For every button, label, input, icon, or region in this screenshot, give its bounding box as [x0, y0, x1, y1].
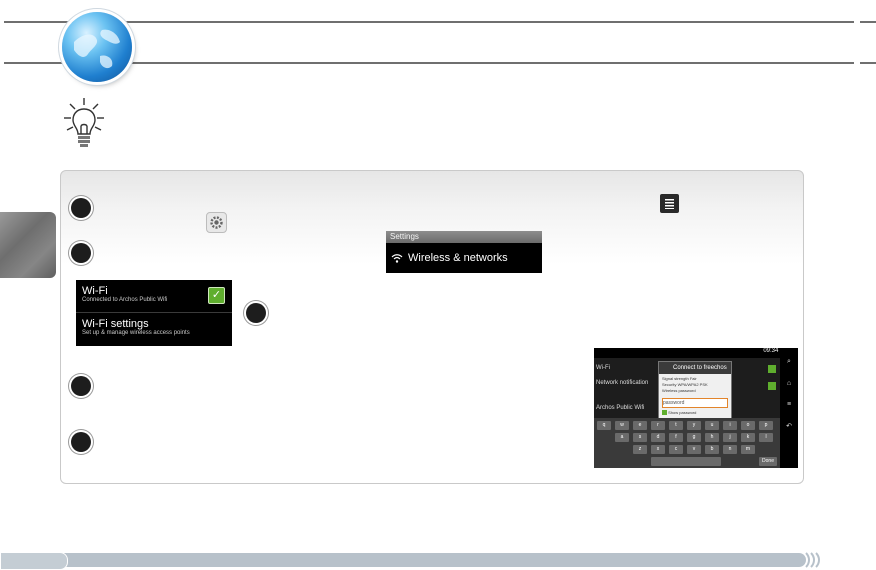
key[interactable]: u [705, 421, 719, 430]
step-3-bullet [246, 303, 266, 323]
home-icon[interactable]: ⌂ [780, 380, 798, 387]
wireless-networks-item[interactable]: Wireless & networks [386, 243, 542, 273]
step-1-bullet [71, 198, 91, 218]
key[interactable]: d [651, 433, 665, 442]
key[interactable]: z [633, 445, 647, 454]
footer-arrow-icon [805, 552, 820, 568]
list-item[interactable]: Wi-Fi [596, 365, 610, 371]
key[interactable]: q [597, 421, 611, 430]
wifi-icon [391, 254, 403, 263]
key[interactable]: m [741, 445, 755, 454]
wifi-screenshot: Wi-Fi Connected to Archos Public Wifi ✓ … [76, 280, 232, 346]
key[interactable]: e [633, 421, 647, 430]
keyboard: q w e r t y u i o p a s d f g h j k l z … [594, 418, 780, 468]
done-key[interactable]: Done [759, 457, 777, 466]
password-field[interactable]: password [662, 398, 728, 408]
back-icon[interactable]: ↶ [780, 422, 798, 430]
tablet-screenshot: 09:34 Wi-Fi Network notification Archos … [594, 348, 798, 468]
tablet-nav-bar: ⌕ ⌂ ≡ ↶ [780, 348, 798, 468]
key[interactable]: f [669, 433, 683, 442]
chapter-side-tab [0, 212, 56, 278]
menu-icon [660, 194, 679, 213]
password-label: Wireless password [662, 388, 696, 393]
menu-icon[interactable]: ≡ [780, 401, 798, 408]
key[interactable]: v [687, 445, 701, 454]
search-icon[interactable]: ⌕ [780, 358, 798, 366]
key[interactable]: k [741, 433, 755, 442]
list-checkbox[interactable] [768, 382, 776, 390]
globe-icon [62, 12, 132, 82]
wifi-settings-row[interactable]: Wi-Fi settings Set up & manage wireless … [76, 313, 232, 336]
settings-gear-icon [206, 212, 227, 233]
space-key[interactable] [651, 457, 721, 466]
key[interactable]: y [687, 421, 701, 430]
wifi-settings-subtitle: Set up & manage wireless access points [82, 330, 190, 336]
key[interactable]: w [615, 421, 629, 430]
step-2-bullet [71, 243, 91, 263]
key[interactable]: p [759, 421, 773, 430]
list-item[interactable]: Archos Public Wifi [596, 405, 644, 411]
key[interactable]: s [633, 433, 647, 442]
connect-dialog: Connect to freechos Signal strength Fair… [658, 361, 732, 421]
show-password-label: Show password [668, 410, 697, 415]
key[interactable]: c [669, 445, 683, 454]
key[interactable]: x [651, 445, 665, 454]
key[interactable]: a [615, 433, 629, 442]
signal-label: Signal strength [662, 376, 689, 381]
key[interactable]: h [705, 433, 719, 442]
key[interactable]: r [651, 421, 665, 430]
list-checkbox[interactable] [768, 365, 776, 373]
key[interactable]: g [687, 433, 701, 442]
key[interactable]: n [723, 445, 737, 454]
show-password-checkbox[interactable]: Show password [662, 410, 697, 416]
wifi-toggle-row[interactable]: Wi-Fi Connected to Archos Public Wifi ✓ [76, 280, 232, 313]
key[interactable]: j [723, 433, 737, 442]
status-bar: 09:34 [594, 348, 780, 358]
step-5-bullet [71, 432, 91, 452]
key[interactable]: o [741, 421, 755, 430]
list-item[interactable]: Network notification [596, 380, 648, 386]
lightbulb-icon [64, 98, 104, 147]
key[interactable]: l [759, 433, 773, 442]
security-label: Security [662, 382, 677, 387]
wifi-settings-title: Wi-Fi settings [82, 318, 149, 330]
footer-bar [0, 553, 806, 567]
footer-page-tab [0, 552, 68, 570]
header-rule-top-right [860, 21, 876, 23]
header-rule-bottom-right [860, 62, 876, 64]
step-4-bullet [71, 376, 91, 396]
wifi-checkbox[interactable]: ✓ [208, 287, 225, 304]
clock: 09:34 [763, 348, 779, 354]
settings-screenshot: Settings Wireless & networks [386, 231, 542, 273]
signal-value: Fair [689, 376, 697, 381]
key[interactable]: b [705, 445, 719, 454]
key[interactable]: t [669, 421, 683, 430]
security-value: WPA/WPA2 PSK [677, 382, 708, 387]
wireless-networks-label: Wireless & networks [408, 252, 508, 264]
key[interactable]: i [723, 421, 737, 430]
dialog-title: Connect to freechos [659, 362, 731, 374]
settings-header: Settings [386, 231, 542, 243]
